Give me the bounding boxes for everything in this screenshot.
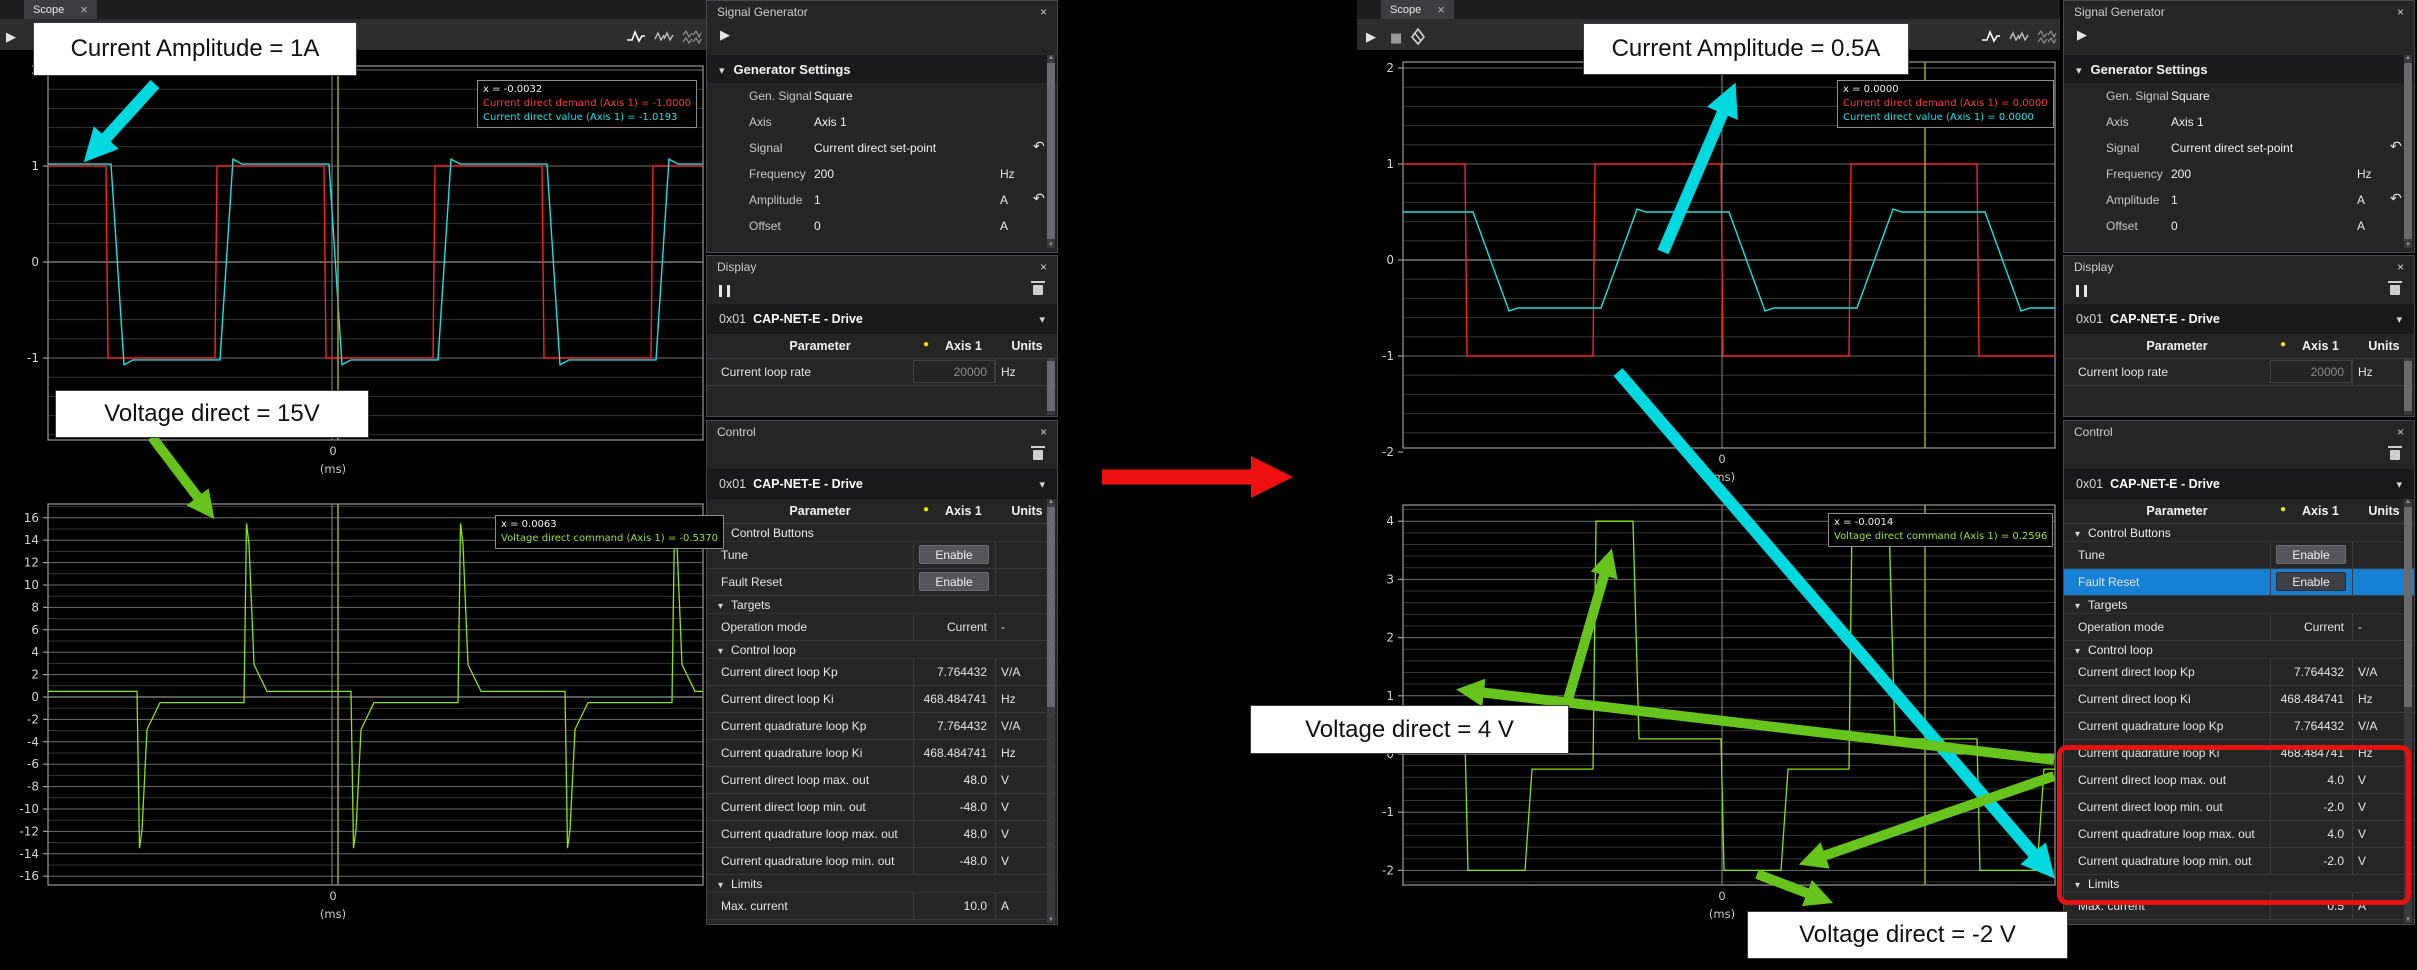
value-readout: Current direct value (Axis 1) = 0.0000: [1843, 111, 2048, 125]
voltage-readout: Voltage direct command (Axis 1) = 0.2596: [1834, 530, 2047, 544]
y-tick-label: 2: [1386, 631, 1394, 645]
x-axis-unit: (ms): [320, 462, 346, 476]
y-tick-label: 10: [24, 578, 39, 592]
y-tick-label: 12: [24, 556, 39, 570]
y-tick-label: -1: [27, 351, 39, 365]
y-tick-label: -1: [1382, 805, 1394, 819]
y-tick-label: 3: [1386, 572, 1394, 586]
y-tick-label: 1: [1386, 689, 1394, 703]
y-tick-label: 4: [31, 645, 39, 659]
y-tick-label: -2: [27, 712, 39, 726]
x-axis-unit: (ms): [320, 907, 346, 921]
y-tick-label: 16: [24, 511, 39, 525]
y-tick-label: 8: [31, 600, 39, 614]
y-tick-label: -12: [19, 824, 39, 838]
x-tick-label: 0: [329, 889, 336, 903]
cursor-x-value: x = 0.0000: [1843, 83, 2048, 97]
cursor-x-value: x = -0.0032: [483, 83, 691, 97]
callout-voltage-direct-max: Voltage direct = 4 V: [1250, 705, 1569, 754]
y-tick-label: 0: [31, 690, 39, 704]
y-tick-label: 1: [1386, 157, 1394, 171]
y-tick-label: -1: [1382, 349, 1394, 363]
cursor-x-value: x = 0.0063: [501, 518, 718, 532]
y-tick-label: -8: [27, 780, 39, 794]
y-tick-label: 0: [31, 255, 39, 269]
cursor-legend: x = -0.0014 Voltage direct command (Axis…: [1828, 513, 2053, 547]
y-tick-label: 0: [1386, 253, 1394, 267]
x-tick-label: 0: [329, 444, 336, 458]
demand-readout: Current direct demand (Axis 1) = -1.0000: [483, 97, 691, 111]
x-tick-label: 0: [1718, 889, 1725, 903]
y-tick-label: -10: [19, 802, 39, 816]
y-tick-label: -16: [19, 869, 39, 883]
y-tick-label: -2: [1382, 445, 1394, 459]
cursor-legend: x = -0.0032 Current direct demand (Axis …: [477, 80, 697, 128]
y-tick-label: 2: [31, 668, 39, 682]
y-tick-label: 14: [24, 533, 39, 547]
y-tick-label: -4: [27, 735, 39, 749]
callout-voltage-direct-min: Voltage direct = -2 V: [1747, 911, 2068, 959]
cursor-legend: x = 0.0063 Voltage direct command (Axis …: [495, 515, 724, 549]
y-tick-label: 2: [1386, 61, 1394, 75]
y-tick-label: -14: [19, 847, 39, 861]
y-tick-label: -6: [27, 757, 39, 771]
cursor-legend: x = 0.0000 Current direct demand (Axis 1…: [1837, 80, 2054, 128]
x-axis-unit: (ms): [1709, 470, 1735, 484]
y-tick-label: 4: [1386, 514, 1394, 528]
value-readout: Current direct value (Axis 1) = -1.0193: [483, 111, 691, 125]
voltage-readout: Voltage direct command (Axis 1) = -0.537…: [501, 532, 718, 546]
y-tick-label: 1: [31, 159, 39, 173]
cursor-x-value: x = -0.0014: [1834, 516, 2047, 530]
app: 210-11614121086420-2-4-6-8-10-12-14-1621…: [0, 0, 2417, 970]
callout-current-amplitude: Current Amplitude = 1A: [33, 22, 357, 76]
x-axis-unit: (ms): [1709, 907, 1735, 921]
y-tick-label: -2: [1382, 863, 1394, 877]
scope-plots[interactable]: 210-11614121086420-2-4-6-8-10-12-14-1621…: [0, 0, 2417, 970]
callout-current-amplitude: Current Amplitude = 0.5A: [1583, 23, 1909, 75]
x-tick-label: 0: [1718, 452, 1725, 466]
demand-readout: Current direct demand (Axis 1) = 0.0000: [1843, 97, 2048, 111]
callout-voltage-direct: Voltage direct = 15V: [55, 390, 369, 438]
y-tick-label: 6: [31, 623, 39, 637]
highlight-red-box: [2057, 745, 2411, 905]
